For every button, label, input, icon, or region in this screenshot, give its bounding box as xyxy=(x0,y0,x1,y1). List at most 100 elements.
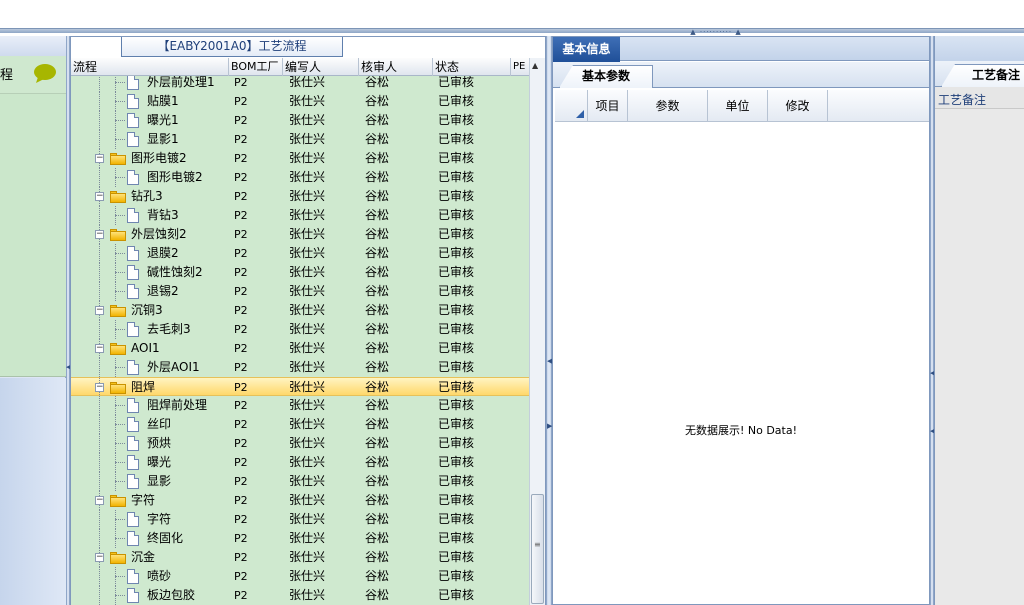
writer-cell: 张仕兴 xyxy=(289,151,326,165)
tree-node-label: 图形电镀2 xyxy=(131,151,187,165)
col-header-pe[interactable]: PE xyxy=(511,58,529,76)
tree-item-row[interactable]: 背钻3 P2 张仕兴 谷松 已审核 xyxy=(71,206,529,225)
col-header-factory[interactable]: BOM工厂 xyxy=(229,58,283,76)
tree-item-row[interactable]: 板边包胶 P2 张仕兴 谷松 已审核 xyxy=(71,586,529,605)
reviewer-cell: 谷松 xyxy=(365,76,390,89)
tree-item-row[interactable]: 碱性蚀刻2 P2 张仕兴 谷松 已审核 xyxy=(71,263,529,282)
col-header-modify[interactable]: 修改 xyxy=(768,90,828,122)
collapse-grip[interactable]: ▲ ·········· ▲ xyxy=(684,29,748,36)
tree-folder-row[interactable]: − 沉铜3 P2 张仕兴 谷松 已审核 xyxy=(71,301,529,320)
collapse-toggle-icon[interactable]: − xyxy=(95,306,104,315)
tree-item-row[interactable]: 显影 P2 张仕兴 谷松 已审核 xyxy=(71,472,529,491)
col-header-unit[interactable]: 单位 xyxy=(708,90,768,122)
notes-body[interactable] xyxy=(935,108,1024,605)
folder-open-icon xyxy=(110,343,126,355)
empty-message: 无数据展示! No Data! xyxy=(684,424,798,437)
factory-cell: P2 xyxy=(234,551,248,564)
tree-body: 外层前处理1 P2 张仕兴 谷松 已审核 贴膜1 P2 张仕兴 谷松 已审核 曝光1 P2 张仕兴 谷松已… xyxy=(71,76,529,605)
tree-folder-row[interactable]: − 阻焊 P2 张仕兴 谷松 已审核 xyxy=(71,377,529,397)
tree-item-row[interactable]: 丝印 P2 张仕兴 谷松 已审核 xyxy=(71,415,529,434)
tree-line xyxy=(99,263,100,282)
tab-basic-params[interactable]: 基本参数 xyxy=(559,65,653,88)
tree-line xyxy=(99,529,100,548)
reviewer-cell: 谷松 xyxy=(365,569,390,583)
factory-cell: P2 xyxy=(234,437,248,450)
document-icon xyxy=(127,284,139,299)
writer-cell: 张仕兴 xyxy=(289,132,326,146)
writer-cell: 张仕兴 xyxy=(289,398,326,412)
tree-item-row[interactable]: 字符 P2 张仕兴 谷松 已审核 xyxy=(71,510,529,529)
tree-line xyxy=(115,82,125,83)
factory-cell: P2 xyxy=(234,399,248,412)
factory-cell: P2 xyxy=(234,513,248,526)
collapse-toggle-icon[interactable]: − xyxy=(95,344,104,353)
document-icon xyxy=(127,417,139,432)
status-cell: 已审核 xyxy=(438,512,475,526)
scrollbar-thumb[interactable]: ≡ xyxy=(531,494,544,604)
tree-node-label: 字符 xyxy=(131,493,156,507)
tree-item-row[interactable]: 喷砂 P2 张仕兴 谷松 已审核 xyxy=(71,567,529,586)
collapse-toggle-icon[interactable]: − xyxy=(95,496,104,505)
factory-cell: P2 xyxy=(234,247,248,260)
tree-line xyxy=(115,139,125,140)
tree-folder-row[interactable]: − 图形电镀2 P2 张仕兴 谷松 已审核 xyxy=(71,149,529,168)
tree-item-row[interactable]: 预烘 P2 张仕兴 谷松 已审核 xyxy=(71,434,529,453)
reviewer-cell: 谷松 xyxy=(365,189,390,203)
reviewer-cell: 谷松 xyxy=(365,550,390,564)
col-header-writer[interactable]: 编写人 xyxy=(283,58,359,76)
tree-line xyxy=(115,101,125,102)
collapse-toggle-icon[interactable]: − xyxy=(95,154,104,163)
status-cell: 已审核 xyxy=(438,208,475,222)
tree-folder-row[interactable]: − 钻孔3 P2 张仕兴 谷松 已审核 xyxy=(71,187,529,206)
tree-folder-row[interactable]: − 字符 P2 张仕兴 谷松 已审核 xyxy=(71,491,529,510)
collapse-toggle-icon[interactable]: − xyxy=(95,383,104,392)
tree-item-row[interactable]: 终固化 P2 张仕兴 谷松 已审核 xyxy=(71,529,529,548)
tree-item-row[interactable]: 外层前处理1 P2 张仕兴 谷松 已审核 xyxy=(71,76,529,92)
tree-item-row[interactable]: 图形电镀2 P2 张仕兴 谷松 已审核 xyxy=(71,168,529,187)
tree-folder-row[interactable]: − AOI1 P2 张仕兴 谷松 已审核 xyxy=(71,339,529,358)
document-icon xyxy=(127,588,139,603)
tree-item-row[interactable]: 显影1 P2 张仕兴 谷松 已审核 xyxy=(71,130,529,149)
col-header-item[interactable]: 项目 xyxy=(588,90,628,122)
factory-cell: P2 xyxy=(234,361,248,374)
col-header-param[interactable]: 参数 xyxy=(628,90,708,122)
tree-item-row[interactable]: 退锡2 P2 张仕兴 谷松 已审核 xyxy=(71,282,529,301)
scroll-up-icon[interactable]: ▲ xyxy=(532,61,538,70)
tree-item-row[interactable]: 贴膜1 P2 张仕兴 谷松 已审核 xyxy=(71,92,529,111)
document-icon xyxy=(127,94,139,109)
tree-folder-row[interactable]: − 沉金 P2 张仕兴 谷松 已审核 xyxy=(71,548,529,567)
collapse-toggle-icon[interactable]: − xyxy=(95,192,104,201)
tab-basic-info[interactable]: 基本信息 xyxy=(553,37,620,62)
tab-process-notes[interactable]: 工艺备注 xyxy=(941,64,1024,87)
tree-folder-row[interactable]: − 外层蚀刻2 P2 张仕兴 谷松 已审核 xyxy=(71,225,529,244)
process-tree-panel: 【EABY2001A0】工艺流程 流程 BOM工厂 编写人 核审人 状态 PE … xyxy=(70,36,546,605)
factory-cell: P2 xyxy=(234,570,248,583)
writer-cell: 张仕兴 xyxy=(289,417,326,431)
collapse-toggle-icon[interactable]: − xyxy=(95,553,104,562)
tree-scrollbar[interactable]: ▲ ≡ xyxy=(529,58,545,605)
tree-node-label: 退膜2 xyxy=(147,246,179,260)
factory-cell: P2 xyxy=(234,171,248,184)
col-header-reviewer[interactable]: 核审人 xyxy=(359,58,433,76)
tree-line xyxy=(99,434,100,453)
collapse-toggle-icon[interactable]: − xyxy=(95,230,104,239)
reviewer-cell: 谷松 xyxy=(365,227,390,241)
col-header-process[interactable]: 流程 xyxy=(71,58,229,76)
document-icon xyxy=(127,322,139,337)
factory-cell: P2 xyxy=(234,95,248,108)
document-icon xyxy=(127,246,139,261)
notes-label: 工艺备注 xyxy=(938,93,987,107)
tree-item-row[interactable]: 曝光1 P2 张仕兴 谷松 已审核 xyxy=(71,111,529,130)
tree-item-row[interactable]: 去毛刺3 P2 张仕兴 谷松 已审核 xyxy=(71,320,529,339)
col-header-status[interactable]: 状态 xyxy=(433,58,511,76)
reviewer-cell: 谷松 xyxy=(365,474,390,488)
tree-item-row[interactable]: 曝光 P2 张仕兴 谷松 已审核 xyxy=(71,453,529,472)
tree-item-row[interactable]: 阻焊前处理 P2 张仕兴 谷松 已审核 xyxy=(71,396,529,415)
tree-line xyxy=(99,206,100,225)
tree-item-row[interactable]: 外层AOI1 P2 张仕兴 谷松 已审核 xyxy=(71,358,529,377)
speech-bubble-icon[interactable] xyxy=(33,63,57,83)
status-cell: 已审核 xyxy=(438,550,475,564)
grid-corner-icon[interactable] xyxy=(555,90,588,122)
reviewer-cell: 谷松 xyxy=(365,455,390,469)
tree-item-row[interactable]: 退膜2 P2 张仕兴 谷松 已审核 xyxy=(71,244,529,263)
